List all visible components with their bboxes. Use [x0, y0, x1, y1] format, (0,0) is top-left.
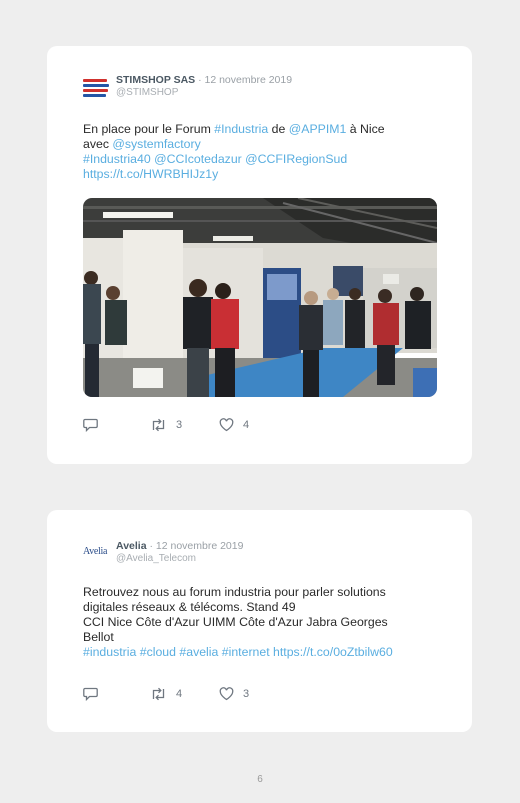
tweet-header: Avelia Avelia · 12 novembre 2019 @Avelia…: [83, 540, 243, 567]
tweet-actions: 4 3: [83, 687, 383, 703]
page-number: 6: [257, 774, 263, 785]
reply-button[interactable]: [83, 687, 98, 701]
author-name[interactable]: Avelia: [116, 540, 147, 552]
tweet-card: Avelia Avelia · 12 novembre 2019 @Avelia…: [47, 510, 472, 732]
retweet-button[interactable]: 4: [150, 687, 182, 701]
tweet-card: STIMSHOP SAS · 12 novembre 2019 @STIMSHO…: [47, 46, 472, 464]
hashtags-mentions-line[interactable]: #Industria40 @CCIcotedazur @CCFIRegionSu…: [83, 152, 433, 167]
avelia-logo: Avelia: [83, 545, 108, 557]
like-button[interactable]: 4: [219, 418, 249, 432]
mention-link[interactable]: @APPIM1: [289, 122, 347, 136]
tweet-text: Retrouvez nous au forum industria pour p…: [83, 585, 433, 660]
retweet-icon: [152, 687, 165, 701]
tweet-date: · 12 novembre 2019: [149, 540, 244, 552]
tweet-actions: 3 4: [83, 418, 383, 434]
heart-icon: [219, 418, 234, 432]
tweet-photo[interactable]: [83, 198, 437, 397]
tweet-date: · 12 novembre 2019: [198, 74, 293, 86]
reply-button[interactable]: [83, 418, 98, 432]
exhibition-hall-photo: [83, 198, 437, 397]
reply-icon: [83, 418, 98, 432]
heart-icon: [219, 687, 234, 701]
tweet-header: STIMSHOP SAS · 12 novembre 2019 @STIMSHO…: [83, 74, 292, 101]
tweet-text: En place pour le Forum #Industria de @AP…: [83, 122, 433, 182]
author-handle[interactable]: @STIMSHOP: [116, 87, 292, 99]
retweet-count: 4: [176, 688, 183, 700]
hashtags-url-line[interactable]: #industria #cloud #avelia #internet http…: [83, 645, 433, 660]
retweet-count: 3: [176, 419, 183, 431]
hashtag-link[interactable]: #Industria: [214, 122, 268, 136]
retweet-button[interactable]: 3: [150, 418, 182, 432]
author-handle[interactable]: @Avelia_Telecom: [116, 553, 243, 565]
like-button[interactable]: 3: [219, 687, 249, 701]
like-count: 3: [243, 688, 250, 700]
stimshop-logo: [83, 74, 110, 101]
author-name[interactable]: STIMSHOP SAS: [116, 74, 195, 86]
retweet-icon: [152, 418, 165, 432]
reply-icon: [83, 687, 98, 701]
mention-link[interactable]: @systemfactory: [112, 137, 200, 151]
tweet-url-link[interactable]: https://t.co/HWRBHIJz1y: [83, 167, 433, 182]
like-count: 4: [243, 419, 250, 431]
